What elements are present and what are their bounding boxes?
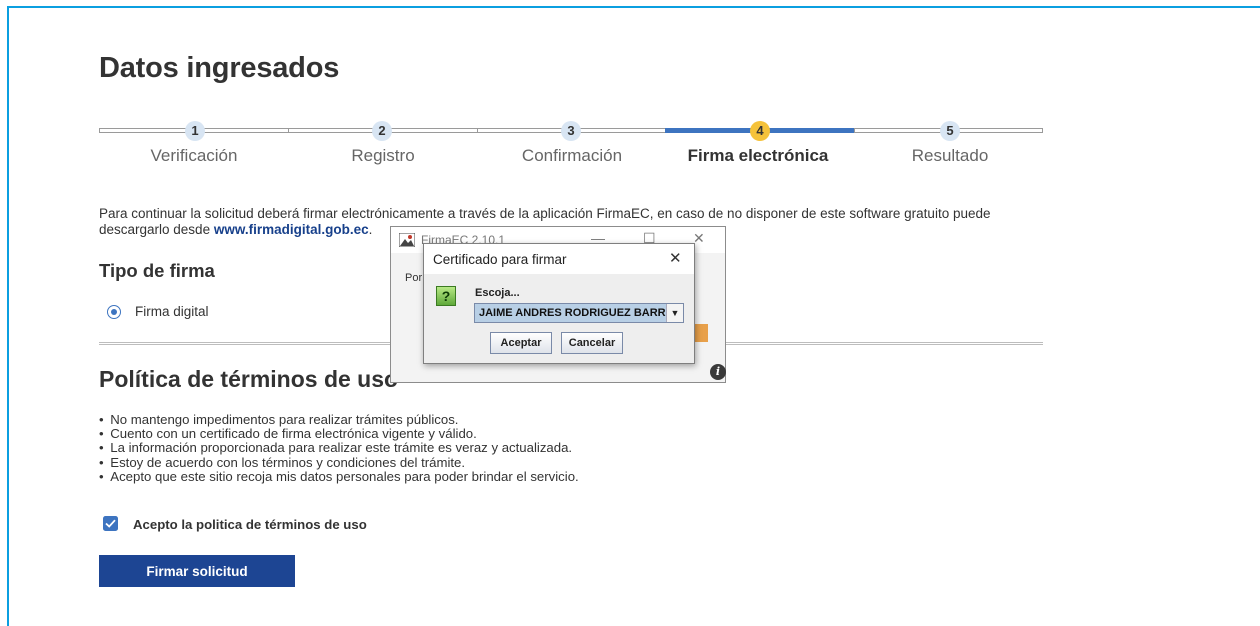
- step-circle-3: 3: [561, 121, 581, 141]
- cert-dialog-titlebar: Certificado para firmar ✕: [424, 244, 694, 274]
- certificate-select-value[interactable]: JAIME ANDRES RODRIGUEZ BARROS: [475, 304, 667, 322]
- terms-list: No mantengo impedimentos para realizar t…: [99, 412, 579, 484]
- list-item: No mantengo impedimentos para realizar t…: [99, 412, 579, 427]
- close-icon[interactable]: ✕: [669, 249, 682, 267]
- question-icon: ?: [436, 286, 456, 306]
- list-item: Acepto que este sitio recoja mis datos p…: [99, 469, 578, 484]
- step-label-resultado: Resultado: [911, 146, 989, 165]
- cancelar-button[interactable]: Cancelar: [561, 332, 623, 354]
- page-title: Datos ingresados: [99, 52, 340, 84]
- step-circle-1: 1: [185, 121, 205, 141]
- firmaec-app-icon: [399, 233, 415, 247]
- firmar-solicitud-button[interactable]: Firmar solicitud: [99, 555, 295, 587]
- firmaec-action-button[interactable]: [694, 324, 708, 342]
- firma-digital-label[interactable]: Firma digital: [135, 304, 209, 319]
- aceptar-button[interactable]: Aceptar: [490, 332, 552, 354]
- step-circle-4: 4: [750, 121, 770, 141]
- accept-checkbox-label[interactable]: Acepto la politica de términos de uso: [133, 517, 367, 532]
- list-item: La información proporcionada para realiz…: [99, 441, 579, 455]
- step-label-firma: Firma electrónica: [687, 146, 829, 165]
- chevron-down-icon[interactable]: ▼: [666, 304, 683, 322]
- info-icon[interactable]: i: [710, 364, 726, 380]
- step-circle-2: 2: [372, 121, 392, 141]
- step-label-confirmacion: Confirmación: [521, 146, 623, 165]
- cert-dialog: Certificado para firmar ✕ ? Escoja... JA…: [423, 243, 695, 364]
- step-circle-5: 5: [940, 121, 960, 141]
- download-link[interactable]: www.firmadigital.gob.ec: [214, 222, 369, 237]
- escoja-label: Escoja...: [475, 287, 520, 299]
- step-label-verificacion: Verificación: [150, 146, 238, 165]
- politica-heading: Política de términos de uso: [99, 366, 399, 392]
- firmaec-partial-text: Por: [405, 272, 423, 284]
- certificate-select[interactable]: JAIME ANDRES RODRIGUEZ BARROS ▼: [474, 303, 684, 323]
- intro-end: .: [368, 222, 373, 237]
- cert-dialog-title: Certificado para firmar: [433, 252, 567, 267]
- tipo-firma-heading: Tipo de firma: [99, 260, 215, 281]
- list-item: Estoy de acuerdo con los términos y cond…: [99, 455, 579, 470]
- step-label-registro: Registro: [351, 146, 415, 165]
- accept-checkbox[interactable]: [103, 516, 118, 531]
- firma-digital-radio[interactable]: [107, 305, 121, 319]
- list-item: Cuento con un certificado de firma elect…: [99, 427, 579, 441]
